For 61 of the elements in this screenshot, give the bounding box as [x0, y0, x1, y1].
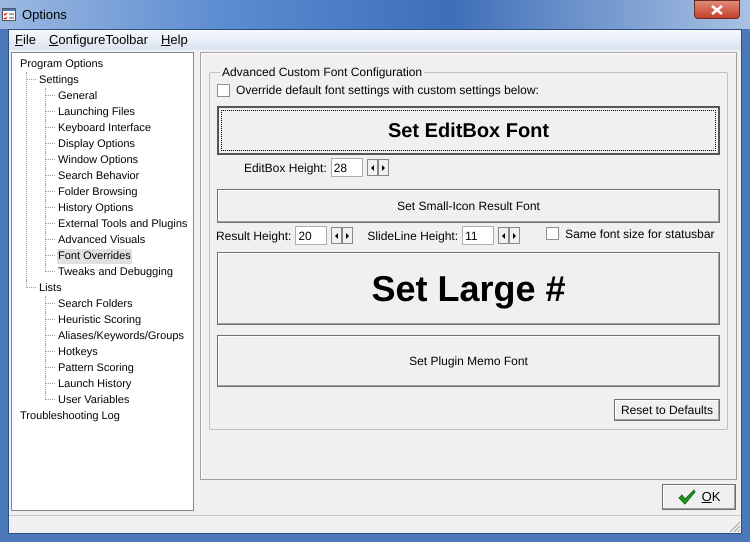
tree-item[interactable]: Launch History	[57, 376, 132, 392]
increment-button[interactable]	[509, 227, 520, 244]
tree-item[interactable]: External Tools and Plugins	[57, 216, 188, 232]
increment-button[interactable]	[342, 227, 354, 244]
field-label: EditBox Height:	[244, 160, 327, 176]
menu-item[interactable]: Help	[160, 30, 188, 50]
tree-item[interactable]: Search Behavior	[57, 168, 140, 184]
tree-item[interactable]: Heuristic Scoring	[57, 312, 142, 328]
tree-item[interactable]: General	[57, 88, 98, 104]
checkbox-label: Same font size for statusbar	[565, 226, 715, 242]
tree-item[interactable]: Keyboard Interface	[57, 120, 152, 136]
tree-item[interactable]: Hotkeys	[57, 344, 99, 360]
tree-item[interactable]: Window Options	[57, 152, 140, 168]
field-label: Result Height:	[216, 228, 292, 244]
small-icon-font-button[interactable]: Set Small-Icon Result Font	[217, 189, 720, 223]
tree-item[interactable]: Tweaks and Debugging	[57, 264, 174, 280]
reset-defaults-button[interactable]: Reset to Defaults	[614, 399, 720, 421]
tree-item[interactable]: Aliases/Keywords/Groups	[57, 328, 185, 344]
tree-item[interactable]: Display Options	[57, 136, 136, 152]
menu-item[interactable]: ConfigureToolbar	[48, 30, 148, 50]
increment-button[interactable]	[378, 159, 389, 176]
right-arrow-icon	[382, 164, 385, 170]
tree-item[interactable]: Pattern Scoring	[57, 360, 135, 376]
right-arrow-icon	[346, 232, 350, 238]
checklist-icon	[2, 8, 16, 21]
plugin-memo-font-button[interactable]: Set Plugin Memo Font	[217, 335, 720, 387]
left-arrow-icon	[370, 164, 374, 170]
editbox-font-button[interactable]: Set EditBox Font	[217, 106, 720, 155]
tree-item[interactable]: Settings	[38, 72, 80, 88]
window-title: Options	[22, 6, 67, 24]
close-button[interactable]	[694, 0, 740, 19]
group-title: Advanced Custom Font Configuration	[221, 64, 424, 81]
tree-item[interactable]: Font Overrides	[57, 248, 132, 264]
decrement-button[interactable]	[331, 227, 342, 244]
checkbox[interactable]	[546, 227, 560, 240]
tree-item[interactable]: Program Options	[19, 56, 104, 72]
field-label: SlideLine Height:	[367, 228, 458, 244]
decrement-button[interactable]	[366, 159, 378, 176]
checkbox-label: Override default font settings with custom settings below:	[236, 82, 539, 99]
tree-item[interactable]: History Options	[57, 200, 134, 216]
ok-button[interactable]: OK	[662, 484, 736, 510]
resize-grip-icon	[729, 521, 741, 533]
large-number-font-button[interactable]: Set Large #	[217, 252, 720, 325]
tree-item[interactable]: Folder Browsing	[57, 184, 138, 200]
right-arrow-icon	[513, 232, 516, 238]
checkbox[interactable]	[217, 84, 230, 96]
number-field[interactable]: 28	[330, 158, 363, 177]
tree-item[interactable]: Troubleshooting Log	[19, 408, 121, 424]
tree-item[interactable]: Advanced Visuals	[57, 232, 146, 248]
tree-item[interactable]: Launching Files	[57, 104, 136, 120]
tree-item[interactable]: Lists	[38, 280, 63, 296]
close-icon	[711, 4, 723, 14]
number-field[interactable]: 11	[462, 226, 494, 245]
tree-item[interactable]: Search Folders	[57, 296, 134, 312]
number-field[interactable]: 20	[295, 226, 328, 245]
tree-item[interactable]: User Variables	[57, 392, 130, 408]
left-arrow-icon	[502, 232, 506, 238]
decrement-button[interactable]	[498, 227, 510, 244]
checkmark-icon	[678, 489, 696, 505]
left-arrow-icon	[335, 232, 338, 238]
menu-item[interactable]: File	[15, 30, 36, 50]
